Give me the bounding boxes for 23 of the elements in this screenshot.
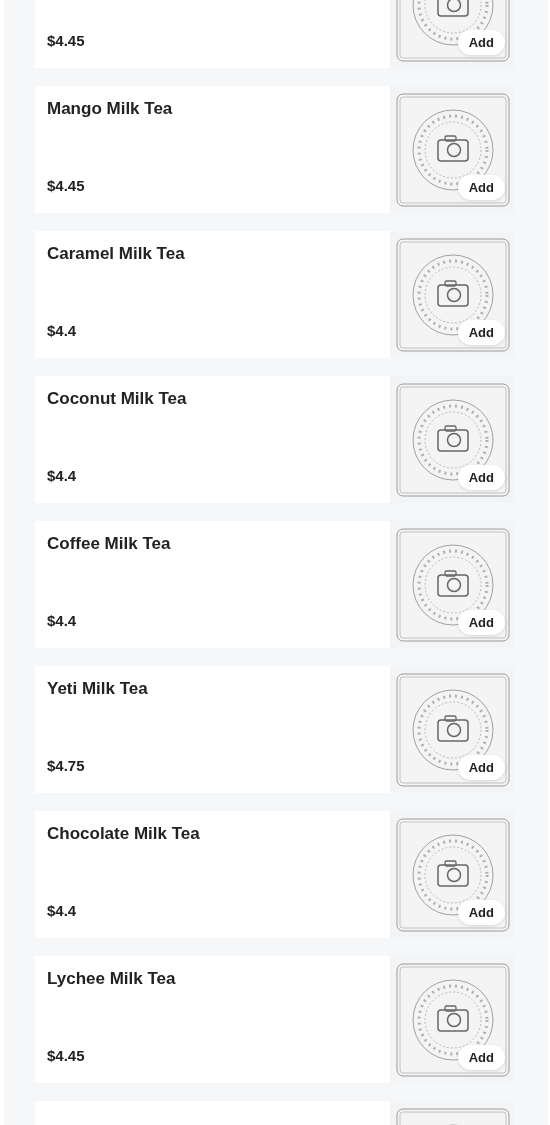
item-card[interactable]: $4.45 [35,0,390,68]
item-price: $4.45 [47,175,86,196]
item-card[interactable]: Yeti Milk Tea $4.75 [35,666,390,793]
item-name: Yeti Milk Tea [47,678,149,700]
item-card[interactable]: Coffee Milk Tea $4.4 [35,521,390,648]
item-card[interactable]: Mango Milk Tea $4.45 [35,86,390,213]
item-name: Caramel Milk Tea [47,243,186,265]
item-price: $4.4 [47,320,78,341]
item-price: $4.4 [47,465,78,486]
item-price: $4.75 [47,755,86,776]
item-name: Chocolate Milk Tea [47,823,201,845]
item-name: Mango Milk Tea [47,98,174,120]
item-card[interactable]: Caramel Milk Tea $4.4 [35,231,390,358]
item-card[interactable]: Lychee Milk Tea $4.45 [35,956,390,1083]
item-name: Coffee Milk Tea [47,533,172,555]
item-price: $4.4 [47,900,78,921]
item-price: $4.4 [47,610,78,631]
item-card[interactable]: Chocolate Milk Tea $4.4 [35,811,390,938]
item-name: Lychee Milk Tea [47,968,177,990]
item-name: Coconut Milk Tea [47,388,188,410]
item-price: $4.45 [47,30,86,51]
item-price: $4.45 [47,1045,86,1066]
item-card[interactable]: Coconut Milk Tea $4.4 [35,376,390,503]
